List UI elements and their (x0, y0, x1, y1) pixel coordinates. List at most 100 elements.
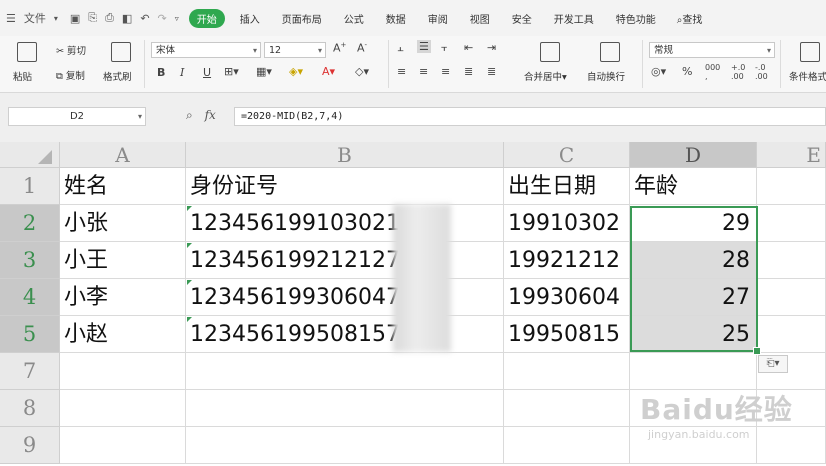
bold-button[interactable]: B (157, 66, 165, 79)
align-top-icon[interactable]: ⫠ (397, 41, 404, 55)
row-header-5[interactable]: 5 (0, 316, 60, 353)
tab-review[interactable]: 审阅 (417, 11, 459, 26)
distribute-icon[interactable]: ≣ (487, 65, 496, 78)
cell-a5[interactable]: 小赵 (60, 316, 186, 353)
tab-page-layout[interactable]: 页面布局 (271, 11, 333, 26)
cell-c5[interactable]: 19950815 (504, 316, 630, 353)
merge-center-icon[interactable] (540, 42, 560, 62)
print-preview-icon[interactable]: ◧ (122, 12, 132, 25)
tab-view[interactable]: 视图 (459, 11, 501, 26)
cell-a1[interactable]: 姓名 (60, 168, 186, 205)
empty-cell[interactable] (504, 353, 630, 390)
indent-left-icon[interactable]: ⇤ (464, 41, 473, 54)
row-header-1[interactable]: 1 (0, 168, 60, 205)
paste-options-button[interactable]: ⎗▾ (758, 355, 788, 373)
cell-d1[interactable]: 年龄 (630, 168, 757, 205)
undo-icon[interactable]: ↶ (140, 12, 149, 25)
cell-d4[interactable]: 27 (630, 279, 757, 316)
align-center-icon[interactable]: ≡ (419, 65, 428, 78)
cell-e2[interactable] (757, 205, 826, 242)
tab-special-features[interactable]: 特色功能 (605, 11, 667, 26)
cell-e4[interactable] (757, 279, 826, 316)
formula-input[interactable]: =2020-MID(B2,7,4) (234, 107, 826, 126)
print-icon[interactable]: ⎙ (105, 11, 114, 25)
font-size-select[interactable]: 12 ▾ (264, 42, 326, 58)
empty-cell[interactable] (630, 353, 757, 390)
zoom-icon[interactable]: ⌕ (186, 108, 193, 122)
fill-color-icon[interactable]: ◈▾ (289, 65, 303, 78)
justify-icon[interactable]: ≣ (464, 65, 473, 78)
row-header-8[interactable]: 8 (0, 390, 60, 427)
save-icon[interactable]: ▣ (70, 12, 80, 25)
cell-b4[interactable]: 1234561993060470 (186, 279, 504, 316)
cell-c1[interactable]: 出生日期 (504, 168, 630, 205)
empty-cell[interactable] (504, 427, 630, 464)
increase-decimal-icon[interactable]: +.0.00 (731, 63, 745, 81)
font-name-select[interactable]: 宋体 ▾ (151, 42, 261, 58)
row-header-2[interactable]: 2 (0, 205, 60, 242)
copy-button[interactable]: ⧉ 复制 (56, 68, 85, 82)
tab-formulas[interactable]: 公式 (333, 11, 375, 26)
indent-right-icon[interactable]: ⇥ (487, 41, 496, 54)
paste-button-label[interactable]: 粘贴 (13, 69, 32, 83)
conditional-format-button[interactable]: 条件格式 (789, 69, 826, 83)
fill-pattern-icon[interactable]: ▦▾ (256, 65, 272, 78)
percent-button[interactable]: % (682, 65, 692, 78)
cell-c3[interactable]: 19921212 (504, 242, 630, 279)
decrease-font-icon[interactable]: A- (357, 41, 367, 55)
cell-e3[interactable] (757, 242, 826, 279)
cell-d2[interactable]: 29 (630, 205, 757, 242)
column-header-d[interactable]: D (630, 142, 757, 168)
font-color-icon[interactable]: A▾ (322, 65, 335, 78)
empty-cell[interactable] (60, 390, 186, 427)
insert-function-icon[interactable]: fx (205, 108, 216, 122)
align-bottom-icon[interactable]: ⫟ (441, 41, 448, 55)
cell-c2[interactable]: 19910302 (504, 205, 630, 242)
number-format-select[interactable]: 常规 ▾ (649, 42, 775, 58)
empty-cell[interactable] (186, 390, 504, 427)
select-all-corner[interactable] (0, 142, 60, 168)
column-header-a[interactable]: A (60, 142, 186, 168)
wrap-text-icon[interactable] (600, 42, 620, 62)
cell-d3[interactable]: 28 (630, 242, 757, 279)
cell-b1[interactable]: 身份证号 (186, 168, 504, 205)
cell-e5[interactable] (757, 316, 826, 353)
cell-d5[interactable]: 25 (630, 316, 757, 353)
row-header-4[interactable]: 4 (0, 279, 60, 316)
empty-cell[interactable] (186, 427, 504, 464)
tab-insert[interactable]: 插入 (229, 11, 271, 26)
customize-icon[interactable]: ▿ (175, 14, 179, 23)
italic-button[interactable]: I (180, 66, 184, 79)
conditional-format-icon[interactable] (800, 42, 820, 62)
tab-home[interactable]: 开始 (188, 8, 225, 28)
tab-security[interactable]: 安全 (501, 11, 543, 26)
empty-cell[interactable] (60, 353, 186, 390)
cell-b2[interactable]: 123456199103021 (186, 205, 504, 242)
clear-format-icon[interactable]: ◇▾ (355, 65, 369, 78)
column-header-b[interactable]: B (186, 142, 504, 168)
align-left-icon[interactable]: ≡ (397, 65, 406, 78)
fill-handle[interactable] (753, 347, 761, 355)
cell-a3[interactable]: 小王 (60, 242, 186, 279)
empty-cell[interactable] (186, 353, 504, 390)
row-header-3[interactable]: 3 (0, 242, 60, 279)
column-header-e[interactable]: E (757, 142, 826, 168)
export-icon[interactable]: ⎘ (88, 11, 97, 25)
underline-button[interactable]: U (203, 66, 211, 79)
search-button[interactable]: ⌕查找 (667, 11, 714, 26)
increase-font-icon[interactable]: A+ (333, 41, 346, 55)
empty-cell[interactable] (504, 390, 630, 427)
row-header-9[interactable]: 9 (0, 427, 60, 464)
cell-b5[interactable]: 1234561995081570 (186, 316, 504, 353)
cell-a4[interactable]: 小李 (60, 279, 186, 316)
tab-developer[interactable]: 开发工具 (543, 11, 605, 26)
cell-a2[interactable]: 小张 (60, 205, 186, 242)
name-box[interactable]: D2 ▾ (8, 107, 146, 126)
border-icon[interactable]: ⊞▾ (224, 65, 239, 78)
row-header-7[interactable]: 7 (0, 353, 60, 390)
file-menu-button[interactable]: ☰ 文件 ▾ (0, 10, 64, 26)
thousands-button[interactable]: 000, (705, 63, 720, 81)
tab-data[interactable]: 数据 (375, 11, 417, 26)
cell-c4[interactable]: 19930604 (504, 279, 630, 316)
merge-center-button[interactable]: 合并居中▾ (524, 69, 567, 83)
